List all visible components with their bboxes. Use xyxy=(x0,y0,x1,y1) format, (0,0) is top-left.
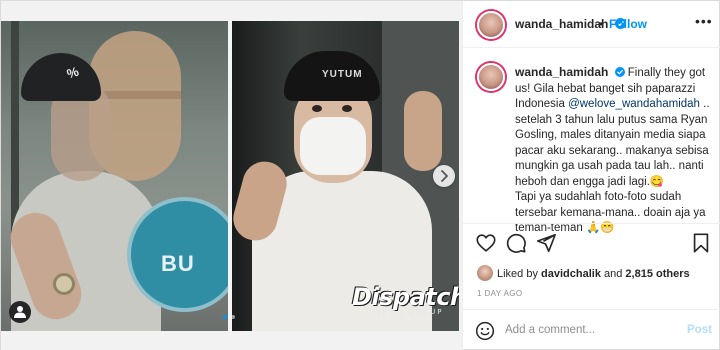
post-comment-button[interactable]: Post xyxy=(687,324,712,336)
tagged-users-button[interactable] xyxy=(9,301,31,323)
bookmark-icon[interactable] xyxy=(691,232,711,254)
comment-input[interactable] xyxy=(505,320,675,340)
verified-badge-icon xyxy=(614,67,625,77)
sign-text: BU xyxy=(161,251,195,276)
cap-text: YUTUM xyxy=(322,69,363,80)
man-eye-left xyxy=(312,105,322,112)
share-icon[interactable] xyxy=(535,232,557,254)
next-slide-button[interactable] xyxy=(433,165,455,187)
carousel-dot-2 xyxy=(231,315,235,319)
watermark-brand: Dispatch xyxy=(352,283,459,311)
post-media[interactable]: % BU YUTUM Dispatch NEWS GROUP xyxy=(1,1,462,350)
avatar[interactable] xyxy=(477,11,505,39)
caption-text-2: .. setelah 3 tahun lalu putus sama Ryan … xyxy=(515,98,710,188)
comment-icon[interactable] xyxy=(505,232,527,254)
likes-summary: Liked by davidchalik and 2,815 others xyxy=(477,265,690,281)
likes-count[interactable]: 2,815 others xyxy=(625,268,689,280)
wrist-watch xyxy=(53,273,75,295)
comment-bar: Post xyxy=(463,309,720,350)
follow-button[interactable]: Follow xyxy=(609,17,647,31)
header-separator: • xyxy=(599,17,604,31)
man-raised-hand xyxy=(404,91,442,171)
face-mask xyxy=(300,117,366,175)
emoji-icon[interactable] xyxy=(475,321,495,341)
dispatch-watermark: Dispatch NEWS GROUP xyxy=(352,283,459,316)
man-eye-right xyxy=(342,105,352,112)
photo-collage: % BU YUTUM Dispatch NEWS GROUP xyxy=(1,21,459,331)
user-tag-icon xyxy=(14,306,26,318)
liker-avatar[interactable] xyxy=(477,265,493,281)
header-username[interactable]: wanda_hamidah xyxy=(515,17,608,31)
carousel-dot-1 xyxy=(223,315,227,319)
instagram-post: % BU YUTUM Dispatch NEWS GROUP wanda_ham… xyxy=(0,0,720,350)
liker-username[interactable]: davidchalik xyxy=(541,268,601,280)
woman-cap xyxy=(21,53,101,101)
post-sidebar: wanda_hamidah • Follow ••• wanda_hamidah… xyxy=(462,1,720,350)
right-photo: YUTUM Dispatch NEWS GROUP xyxy=(232,21,459,331)
action-bar xyxy=(463,223,720,263)
post-timestamp[interactable]: 1 DAY AGO xyxy=(477,289,523,298)
more-options-button[interactable]: ••• xyxy=(695,13,713,29)
post-header: wanda_hamidah • Follow ••• xyxy=(463,1,720,48)
likes-prefix: Liked by xyxy=(497,268,542,280)
caption-username[interactable]: wanda_hamidah xyxy=(515,65,608,79)
heart-icon[interactable] xyxy=(475,232,497,254)
left-photo: % BU xyxy=(1,21,228,331)
caption-mention-link[interactable]: @welove_wandahamidah xyxy=(568,98,700,110)
post-caption: wanda_hamidah Finally they got us! Gila … xyxy=(515,65,715,237)
chevron-right-icon xyxy=(441,170,448,182)
carousel-indicator xyxy=(223,315,235,319)
likes-middle: and xyxy=(600,268,626,280)
caption-avatar[interactable] xyxy=(477,63,505,91)
